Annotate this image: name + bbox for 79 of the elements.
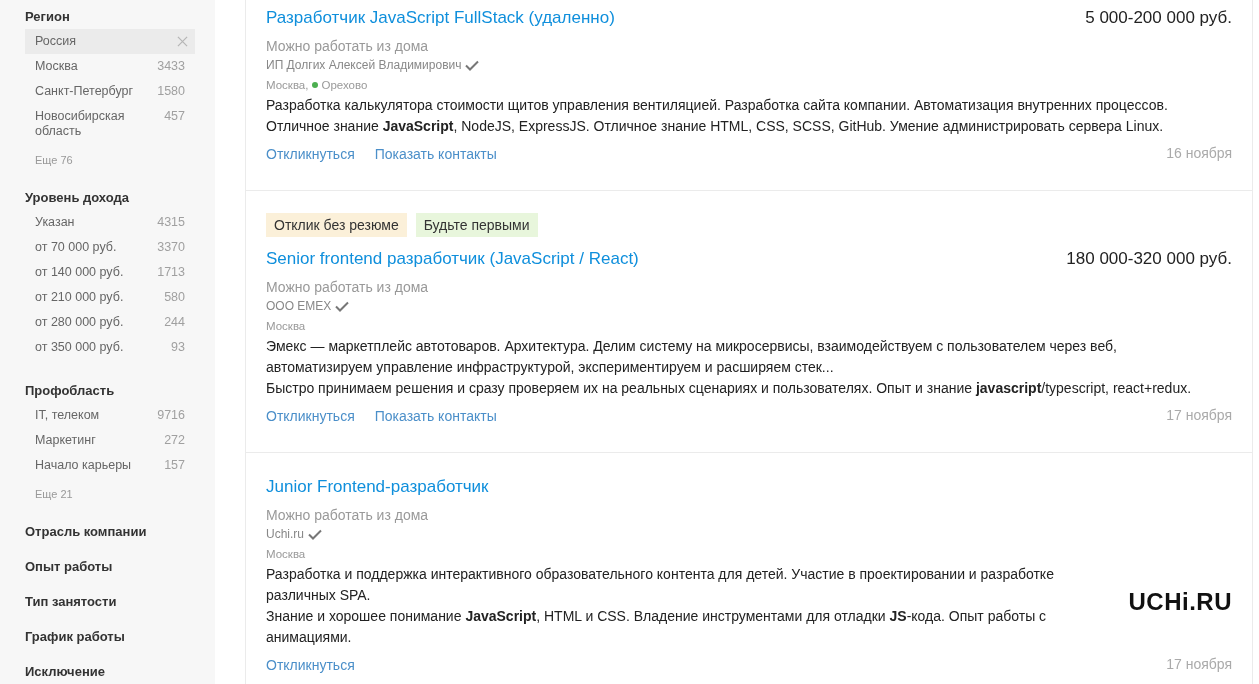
filter-item[interactable]: Указан 4315 <box>25 210 195 235</box>
filter-count: 244 <box>164 315 185 330</box>
filter-heading[interactable]: Регион <box>25 8 195 26</box>
vacancy-title-link[interactable]: Senior frontend разработчик (JavaScript / React) <box>266 247 639 271</box>
city-label: Москва, <box>266 78 309 93</box>
salary: 5 000-200 000 руб. <box>1085 7 1232 29</box>
remote-note: Можно работать из дома <box>266 37 429 55</box>
filter-heading[interactable]: Профобласть <box>25 382 195 400</box>
filter-item[interactable]: Начало карьеры 157 <box>25 453 195 478</box>
description-text: Эмекс — маркетплейс автотоваров. Архитектура. Делим систему на микросервисы, взаимодействуем с пользователем через веб, автоматизируем управление инфраструктурой, экспериментируем и расширяем стек... <box>266 337 1118 377</box>
description-text: Отличное знание JavaScript, NodeJS, ExpressJS. Отличное знание HTML, CSS, SCSS, GitHub. Умение администрировать сервера Linux. <box>266 117 1165 136</box>
close-icon[interactable] <box>177 36 188 47</box>
filter-label: от 210 000 руб. <box>35 290 124 305</box>
filter-count: 157 <box>164 458 185 473</box>
filter-label: Маркетинг <box>35 433 96 448</box>
filter-item[interactable]: Новосибирская область 457 <box>25 104 195 144</box>
filter-heading[interactable]: Исключение <box>25 663 195 681</box>
filter-label: Новосибирская область <box>35 109 126 139</box>
filter-label: от 70 000 руб. <box>35 240 117 255</box>
company-name[interactable]: Uchi.ru <box>266 525 304 543</box>
city-label: Москва <box>266 319 306 334</box>
remote-note: Можно работать из дома <box>266 506 429 524</box>
filter-count: 3433 <box>157 59 185 74</box>
description-text: Быстро принимаем решения и сразу проверяем их на реальных сценариях и пользователях. Опыт и знание javascript/typescript, react+redux. <box>266 379 1193 398</box>
filter-item[interactable]: Санкт-Петербург 1580 <box>25 79 195 104</box>
description-text: Разработка калькулятора стоимости щитов управления вентиляцией. Разработка сайта компании. Автоматизация внутренних процессов. <box>266 96 1169 115</box>
post-date: 17 ноября <box>1166 655 1232 674</box>
filter-heading[interactable]: Уровень дохода <box>25 189 195 207</box>
filter-label: Москва <box>35 59 78 74</box>
filter-count: 457 <box>164 109 185 124</box>
filter-heading[interactable]: Отрасль компании <box>25 523 195 541</box>
description-text: Знание и хорошее понимание JavaScript, HTML и CSS. Владение инструментами для отладки JS-кода. Опыт работы с анимациями. <box>266 607 1048 647</box>
filter-item[interactable]: Москва 3433 <box>25 54 195 79</box>
filter-count: 4315 <box>157 215 185 230</box>
action-link[interactable]: Показать контакты <box>374 143 497 164</box>
filter-item[interactable]: Маркетинг 272 <box>25 428 195 453</box>
filter-count: 272 <box>164 433 185 448</box>
filter-item[interactable]: от 350 000 руб. 93 <box>25 335 195 360</box>
company-name[interactable]: ИП Долгих Алексей Владимирович <box>266 56 462 74</box>
remote-note: Можно работать из дома <box>266 278 429 296</box>
action-link[interactable]: Откликнуться <box>266 405 355 426</box>
vacancy-title-link[interactable]: Junior Frontend-разработчик <box>266 475 489 499</box>
action-link[interactable]: Показать контакты <box>374 405 497 426</box>
filter-label: от 350 000 руб. <box>35 340 124 355</box>
post-date: 17 ноября <box>1166 406 1232 425</box>
filter-count: 9716 <box>157 408 185 423</box>
filter-heading[interactable]: Тип занятости <box>25 593 195 611</box>
filter-heading[interactable]: График работы <box>25 628 195 646</box>
tag: Отклик без резюме <box>266 213 407 237</box>
filter-label: Указан <box>35 215 75 230</box>
salary: 180 000-320 000 руб. <box>1066 248 1232 270</box>
tag: Будьте первыми <box>415 213 538 237</box>
filter-item[interactable]: IT, телеком 9716 <box>25 403 195 428</box>
filter-heading[interactable]: Опыт работы <box>25 558 195 576</box>
description-text: Разработка и поддержка интерактивного образовательного контента для детей. Участие в проектировании и разработке различных SPA. <box>266 565 1055 605</box>
filter-count: 3370 <box>157 240 185 255</box>
filter-count: 1713 <box>157 265 185 280</box>
filter-label: Начало карьеры <box>35 458 132 473</box>
filter-count: 580 <box>164 290 185 305</box>
city-label: Москва <box>266 547 306 562</box>
filter-item[interactable]: от 140 000 руб. 1713 <box>25 260 195 285</box>
filter-label: от 140 000 руб. <box>35 265 124 280</box>
filter-label: от 280 000 руб. <box>35 315 124 330</box>
filter-item[interactable]: от 210 000 руб. 580 <box>25 285 195 310</box>
vacancy-title-link[interactable]: Разработчик JavaScript FullStack (удаленно) <box>266 6 615 30</box>
metro-station: Орехово <box>321 78 368 93</box>
action-link[interactable]: Откликнуться <box>266 654 355 675</box>
filter-item[interactable]: Россия <box>25 29 195 54</box>
filter-count: 93 <box>171 340 185 355</box>
filter-item[interactable]: от 280 000 руб. 244 <box>25 310 195 335</box>
filter-item[interactable]: от 70 000 руб. 3370 <box>25 235 195 260</box>
action-link[interactable]: Откликнуться <box>266 143 355 164</box>
company-name[interactable]: ООО EMEX <box>266 297 332 315</box>
filter-label: Россия <box>35 34 76 49</box>
company-logo: UCHi.RU <box>1128 587 1232 617</box>
filter-label: Санкт-Петербург <box>35 84 134 99</box>
post-date: 16 ноября <box>1166 144 1232 163</box>
filter-count: 1580 <box>157 84 185 99</box>
filter-label: IT, телеком <box>35 408 100 423</box>
